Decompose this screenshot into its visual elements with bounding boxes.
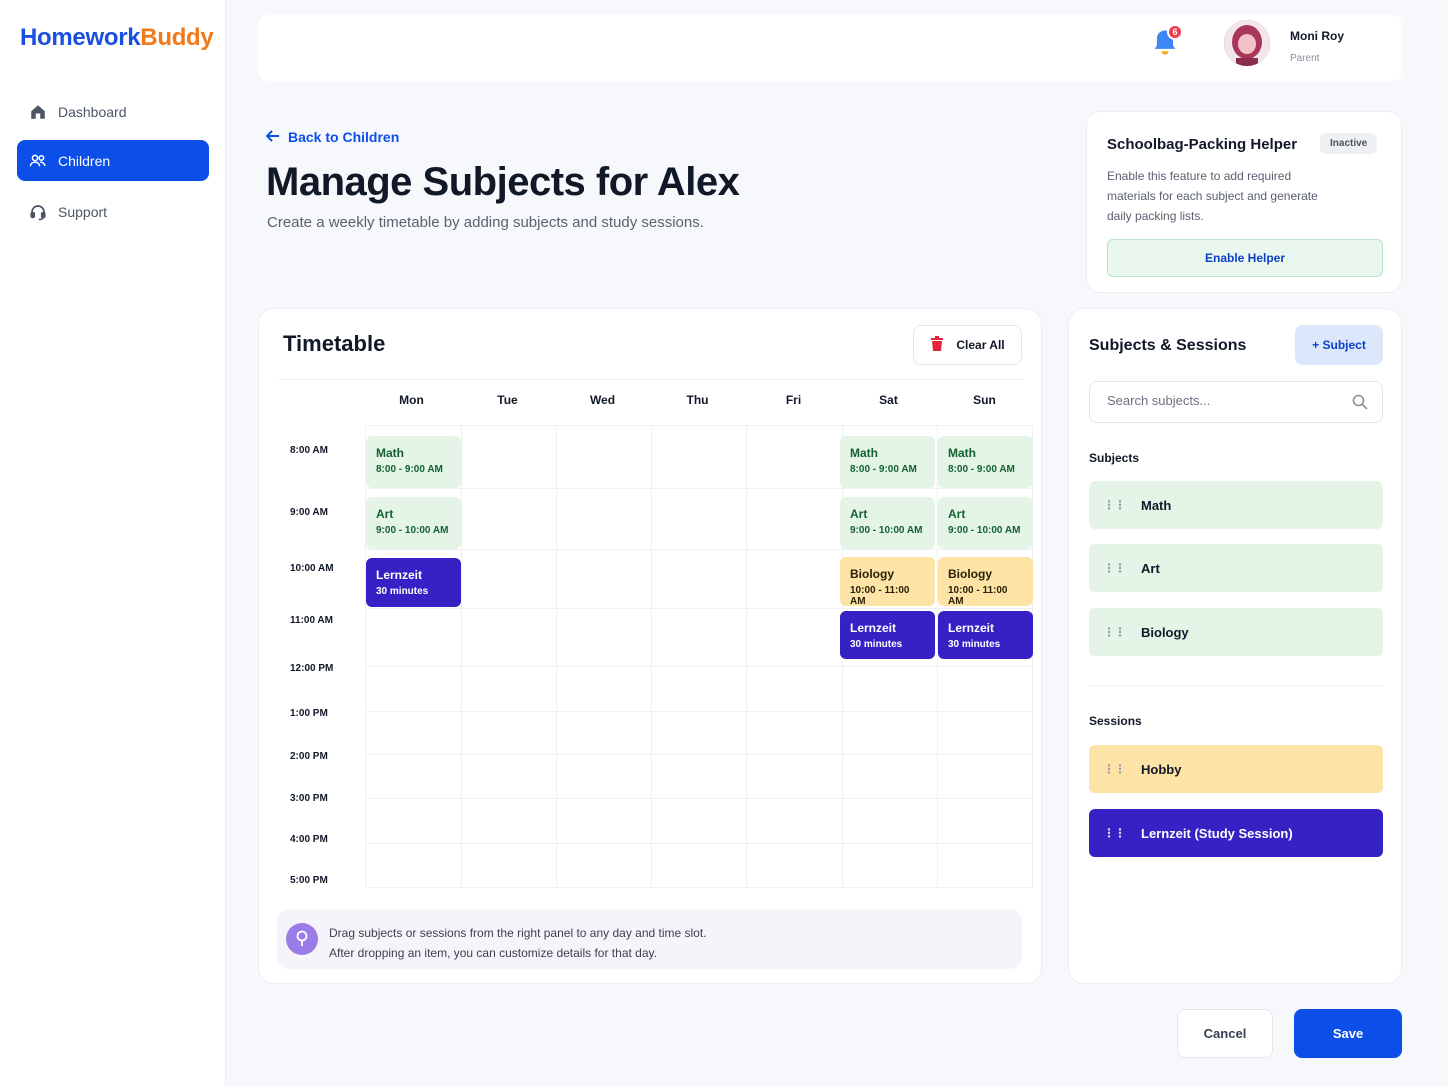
user-role: Parent [1290, 53, 1320, 64]
drag-handle-icon[interactable]: ⋮⋮ [1103, 826, 1126, 840]
timetable-event-art[interactable]: Art 9:00 - 10:00 AM [938, 497, 1033, 549]
day-header-tue: Tue [497, 393, 518, 407]
timetable-event-lernzeit[interactable]: Lernzeit 30 minutes [840, 611, 935, 659]
day-header-wed: Wed [589, 393, 616, 407]
grid-line [366, 754, 1032, 755]
grid-line [366, 843, 1032, 844]
notification-button[interactable]: 6 [1151, 24, 1183, 57]
divider [1089, 685, 1383, 686]
grid-line [366, 798, 1032, 799]
time-label-3pm: 3:00 PM [290, 793, 328, 804]
grid-line [366, 608, 1032, 609]
back-link-label: Back to Children [288, 129, 400, 145]
drag-handle-icon[interactable]: ⋮⋮ [1103, 762, 1126, 776]
clear-all-label: Clear All [956, 338, 1005, 352]
timetable-event-biology[interactable]: Biology 10:00 - 11:00 AM [938, 557, 1033, 607]
home-icon [29, 103, 47, 121]
subject-chip-biology[interactable]: ⋮⋮ Biology [1089, 608, 1383, 656]
lightbulb-icon [286, 923, 318, 955]
headset-icon [29, 203, 47, 221]
sidebar-item-support[interactable]: Support [17, 191, 209, 232]
sessions-heading: Sessions [1089, 714, 1142, 728]
sidebar-item-label: Dashboard [58, 103, 127, 120]
schoolbag-helper-card: Schoolbag-Packing Helper Inactive Enable… [1086, 111, 1402, 293]
drag-handle-icon[interactable]: ⋮⋮ [1103, 561, 1126, 575]
trash-icon [930, 336, 944, 354]
subjects-heading: Subjects [1089, 451, 1140, 465]
grid-line [366, 711, 1032, 712]
session-chip-lernzeit[interactable]: ⋮⋮ Lernzeit (Study Session) [1089, 809, 1383, 857]
day-header-mon: Mon [399, 393, 424, 407]
enable-helper-button[interactable]: Enable Helper [1107, 239, 1383, 277]
app-logo[interactable]: HomeworkBuddy [20, 24, 214, 52]
sidebar-item-label: Children [58, 152, 111, 169]
subject-chip-art[interactable]: ⋮⋮ Art [1089, 544, 1383, 592]
time-label-8am: 8:00 AM [290, 445, 328, 456]
time-label-4pm: 4:00 PM [290, 834, 328, 845]
users-icon [29, 152, 47, 170]
day-header-thu: Thu [686, 393, 709, 407]
timetable-title: Timetable [283, 331, 386, 356]
time-label-1pm: 1:00 PM [290, 708, 328, 719]
drag-tip: Drag subjects or sessions from the right… [277, 909, 1022, 969]
user-avatar-image [1224, 20, 1270, 66]
divider [279, 379, 1024, 380]
day-header-sun: Sun [973, 393, 996, 407]
page-title: Manage Subjects for Alex [266, 160, 740, 204]
time-label-11am: 11:00 AM [290, 615, 333, 626]
top-bar: 6 Moni Roy Parent [258, 15, 1402, 81]
day-header-sat: Sat [879, 393, 898, 407]
drag-handle-icon[interactable]: ⋮⋮ [1103, 625, 1126, 639]
arrow-left-icon [265, 129, 280, 145]
status-badge: Inactive [1320, 133, 1378, 154]
helper-description: Enable this feature to add required mate… [1107, 169, 1318, 223]
panel-title: Subjects & Sessions [1089, 337, 1247, 354]
time-label-5pm: 5:00 PM [290, 875, 328, 886]
avatar[interactable] [1224, 20, 1270, 66]
session-chip-hobby[interactable]: ⋮⋮ Hobby [1089, 745, 1383, 793]
cancel-button[interactable]: Cancel [1177, 1009, 1273, 1058]
subjects-sessions-panel: Subjects & Sessions + Subject Subjects ⋮… [1068, 308, 1402, 984]
clear-all-button[interactable]: Clear All [913, 325, 1022, 365]
search-icon[interactable] [1352, 394, 1368, 415]
day-header-fri: Fri [785, 393, 802, 407]
timetable-event-lernzeit[interactable]: Lernzeit 30 minutes [366, 558, 461, 607]
time-label-2pm: 2:00 PM [290, 751, 328, 762]
sidebar-item-dashboard[interactable]: Dashboard [17, 91, 209, 132]
page-subtitle: Create a weekly timetable by adding subj… [267, 214, 704, 231]
tip-text: Drag subjects or sessions from the right… [329, 926, 707, 960]
time-label-10am: 10:00 AM [290, 563, 334, 574]
search-input[interactable] [1107, 393, 1337, 408]
grid-line [651, 426, 652, 887]
timetable-event-art[interactable]: Art 9:00 - 10:00 AM [366, 497, 461, 549]
grid-line [461, 426, 462, 887]
grid-line [366, 666, 1032, 667]
back-to-children-link[interactable]: Back to Children [265, 129, 400, 145]
search-box [1089, 381, 1383, 423]
timetable-event-lernzeit[interactable]: Lernzeit 30 minutes [938, 611, 1033, 659]
add-subject-button[interactable]: + Subject [1295, 325, 1383, 365]
timetable-event-math[interactable]: Math 8:00 - 9:00 AM [938, 436, 1033, 488]
timetable-event-biology[interactable]: Biology 10:00 - 11:00 AM [840, 557, 935, 607]
time-label-9am: 9:00 AM [290, 507, 328, 518]
subject-chip-math[interactable]: ⋮⋮ Math [1089, 481, 1383, 529]
grid-line [937, 426, 938, 887]
user-name: Moni Roy [1290, 29, 1344, 43]
sidebar-item-label: Support [58, 203, 108, 220]
timetable-event-math[interactable]: Math 8:00 - 9:00 AM [840, 436, 935, 488]
timetable-event-art[interactable]: Art 9:00 - 10:00 AM [840, 497, 935, 549]
sidebar: HomeworkBuddy Dashboard Children Support [0, 0, 226, 1086]
grid-line [366, 488, 1032, 489]
grid-line [556, 426, 557, 887]
notification-badge: 6 [1167, 24, 1183, 40]
grid-line [746, 426, 747, 887]
timetable-event-math[interactable]: Math 8:00 - 9:00 AM [366, 436, 461, 488]
drag-handle-icon[interactable]: ⋮⋮ [1103, 498, 1126, 512]
save-button[interactable]: Save [1294, 1009, 1402, 1058]
time-label-12pm: 12:00 PM [290, 663, 334, 674]
helper-title: Schoolbag-Packing Helper [1107, 136, 1298, 153]
grid-line [366, 549, 1032, 550]
sidebar-item-children[interactable]: Children [17, 140, 209, 181]
timetable-card: Timetable Clear All Mon Tue Wed Thu Fri … [258, 308, 1042, 984]
